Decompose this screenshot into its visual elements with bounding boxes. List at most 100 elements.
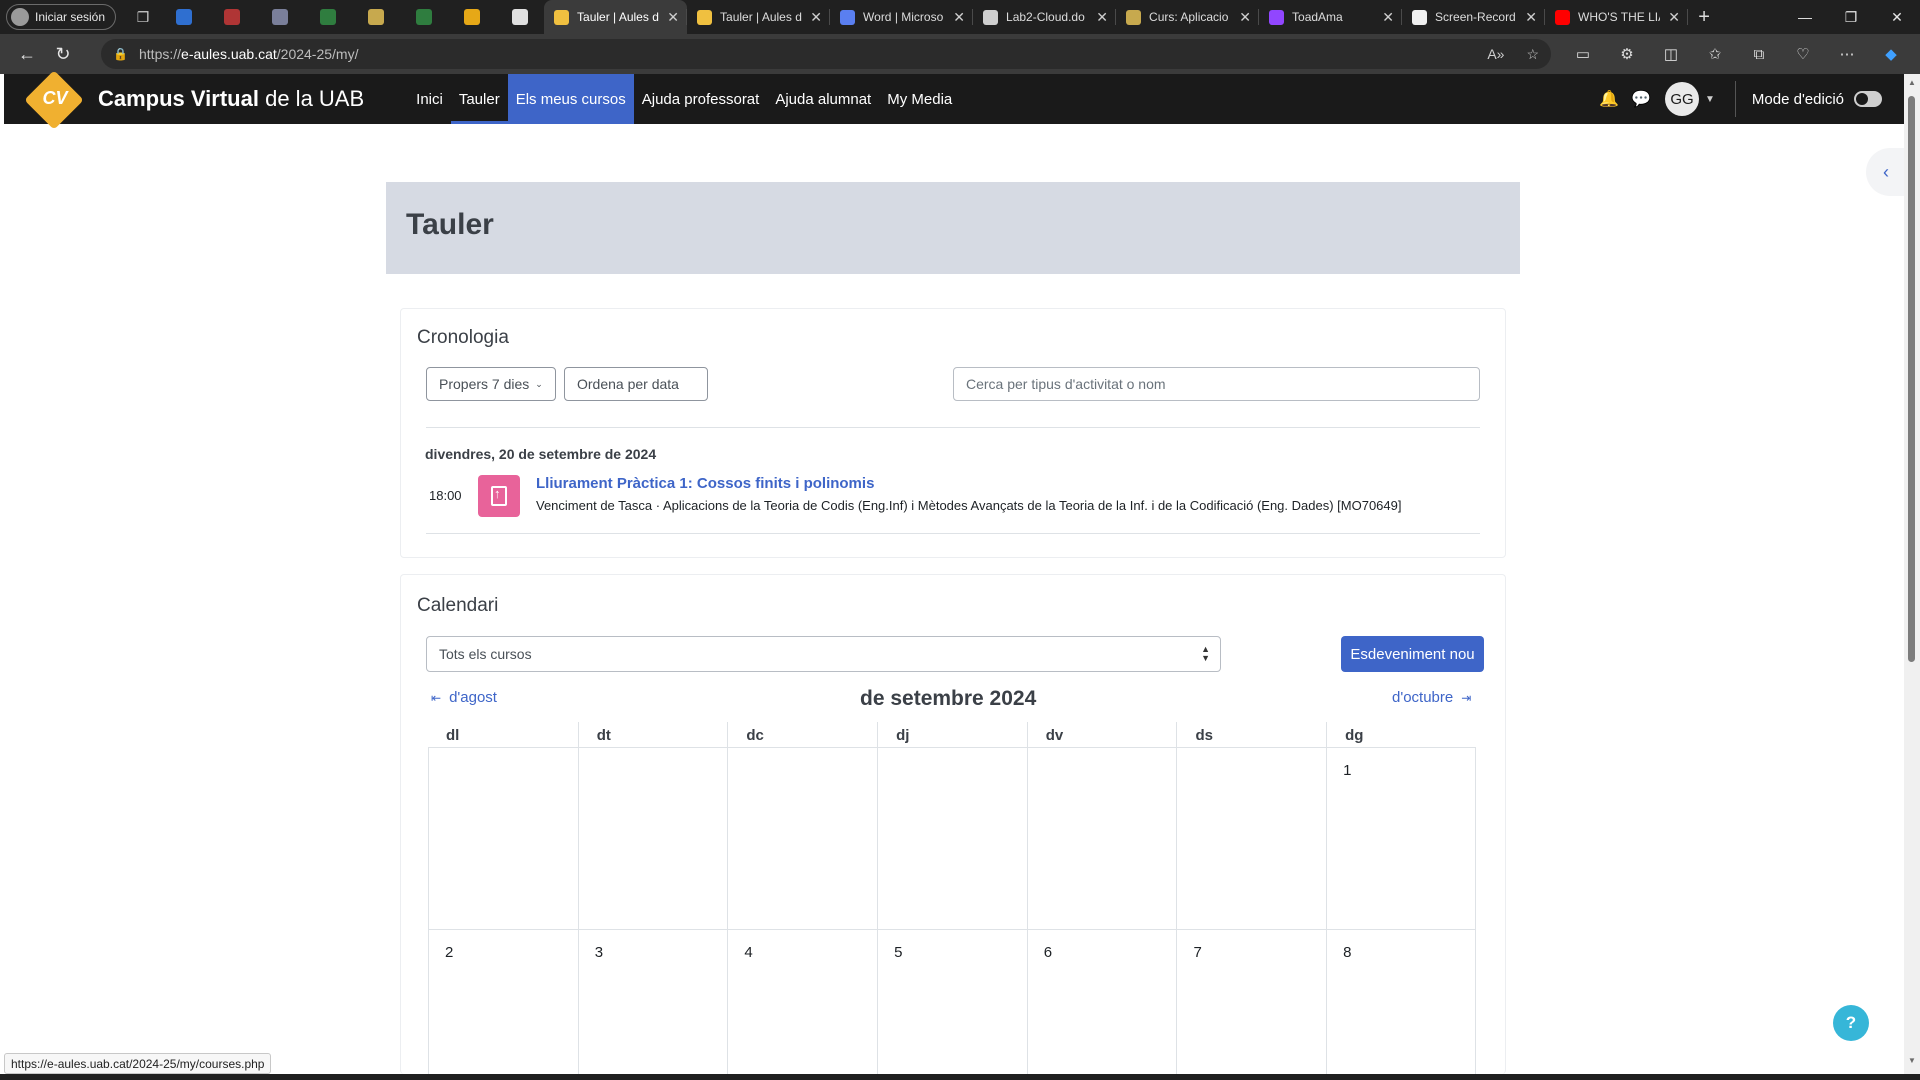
address-bar[interactable]: 🔒 https://e-aules.uab.cat/2024-25/my/ A»… <box>101 39 1551 69</box>
calendar-day-cell[interactable]: 8 <box>1326 930 1476 1080</box>
close-tab-icon[interactable]: ✕ <box>1525 9 1537 26</box>
more-menu-icon[interactable]: ⋯ <box>1825 38 1869 70</box>
tab-favicon-icon <box>983 9 999 25</box>
browser-tab[interactable]: Curs: Aplicacio ✕ <box>1116 0 1260 34</box>
browser-tab[interactable]: Screen-Record ✕ <box>1402 0 1546 34</box>
page-header: Tauler <box>386 182 1520 274</box>
minimize-icon[interactable]: — <box>1782 0 1828 34</box>
browser-essentials-icon[interactable]: ♡ <box>1781 38 1825 70</box>
extensions-icon[interactable]: ⚙ <box>1605 38 1649 70</box>
calendar-day-cell[interactable]: 4 <box>727 930 877 1080</box>
prev-month-link[interactable]: ⇤ d'agost <box>431 689 497 706</box>
pinned-tab[interactable] <box>256 0 304 34</box>
close-tab-icon[interactable]: ✕ <box>1096 9 1108 26</box>
tab-list: Tauler | Aules d ✕ Tauler | Aules d ✕ Word |… <box>544 0 1689 34</box>
event-description: Venciment de Tasca · Aplicacions de la T… <box>536 498 1402 513</box>
close-window-icon[interactable]: ✕ <box>1874 0 1920 34</box>
weekday-dj: dj <box>877 722 1027 747</box>
workspaces-icon[interactable]: ❐ <box>132 8 154 26</box>
nav-my-media[interactable]: My Media <box>879 74 960 124</box>
next-month-label: d'octubre <box>1392 689 1454 706</box>
copilot-icon[interactable]: ◆ <box>1869 38 1913 70</box>
browser-profile-button[interactable]: Iniciar sesión <box>6 4 117 30</box>
calendar-day-cell[interactable]: 3 <box>577 930 728 1080</box>
browser-tab[interactable]: WHO'S THE LIA ✕ <box>1545 0 1689 34</box>
calendar-day-cell[interactable]: 1 <box>1326 748 1476 929</box>
timeline-search-input[interactable]: Cerca per tipus d'activitat o nom <box>953 367 1480 401</box>
brand-logo[interactable]: CV <box>24 70 84 130</box>
favorites-icon[interactable]: ✩ <box>1693 38 1737 70</box>
event-title-link[interactable]: Lliurament Pràctica 1: Cossos finits i p… <box>536 475 874 492</box>
pinned-tab[interactable] <box>208 0 256 34</box>
pinned-tab[interactable] <box>400 0 448 34</box>
pinned-tab[interactable] <box>352 0 400 34</box>
close-tab-icon[interactable]: ✕ <box>810 9 822 26</box>
extension-flag-icon[interactable]: ▭ <box>1561 38 1605 70</box>
close-tab-icon[interactable]: ✕ <box>953 9 965 26</box>
tab-title: WHO'S THE LIA <box>1578 10 1661 24</box>
calendar-day-cell[interactable]: 5 <box>877 930 1027 1080</box>
calendar-day-cell[interactable] <box>428 748 578 929</box>
pinned-tab[interactable] <box>304 0 352 34</box>
timeline-filter-dropdown[interactable]: Propers 7 dies ⌄ <box>426 367 556 401</box>
calendar-day-cell[interactable] <box>727 748 877 929</box>
help-button[interactable]: ? <box>1833 1005 1869 1041</box>
calendar-month-title: de setembre 2024 <box>860 687 1037 710</box>
close-tab-icon[interactable]: ✕ <box>1382 9 1394 26</box>
course-filter-value: Tots els cursos <box>439 646 532 662</box>
user-avatar[interactable]: GG <box>1665 82 1699 116</box>
calendar-day-cell[interactable] <box>1176 748 1326 929</box>
split-screen-icon[interactable]: ◫ <box>1649 38 1693 70</box>
user-menu-chevron-down-icon[interactable]: ▼ <box>1705 94 1715 105</box>
site-navbar: CV Campus Virtual de la UAB Inici Tauler… <box>4 70 1904 130</box>
timeline-sort-dropdown[interactable]: Ordena per data <box>564 367 708 401</box>
timeline-sort-label: Ordena per data <box>577 376 679 392</box>
nav-ajuda-alumnat[interactable]: Ajuda alumnat <box>767 74 879 124</box>
open-block-drawer-chevron-left-icon[interactable]: ‹ <box>1866 148 1906 196</box>
browser-tab[interactable]: Lab2-Cloud.do ✕ <box>973 0 1117 34</box>
nav-tauler[interactable]: Tauler <box>450 74 508 124</box>
reload-icon[interactable]: ↻ <box>45 38 81 70</box>
lock-icon[interactable]: 🔒 <box>113 47 128 61</box>
scroll-down-arrow-icon[interactable]: ▼ <box>1904 1056 1920 1065</box>
new-event-button[interactable]: Esdeveniment nou <box>1341 636 1484 672</box>
nav-els-meus-cursos[interactable]: Els meus cursos <box>507 74 634 124</box>
calendar-day-cell[interactable]: 2 <box>428 930 578 1080</box>
browser-tab[interactable]: ToadAma ✕ <box>1259 0 1403 34</box>
restore-icon[interactable]: ❐ <box>1828 0 1874 34</box>
nav-inici[interactable]: Inici <box>408 74 451 124</box>
pinned-tab[interactable] <box>160 0 208 34</box>
nav-ajuda-professorat[interactable]: Ajuda professorat <box>634 74 768 124</box>
collections-icon[interactable]: ⧉ <box>1737 38 1781 70</box>
next-month-link[interactable]: d'octubre ⇥ <box>1392 689 1471 706</box>
close-tab-icon[interactable]: ✕ <box>1239 9 1251 26</box>
pinned-tab[interactable] <box>448 0 496 34</box>
calendar-day-cell[interactable] <box>877 748 1027 929</box>
read-aloud-icon[interactable]: A» <box>1487 46 1504 63</box>
browser-tab[interactable]: Word | Microso ✕ <box>830 0 974 34</box>
calendar-day-cell[interactable]: 6 <box>1026 930 1177 1080</box>
messages-icon[interactable]: 💬 <box>1625 89 1657 109</box>
scroll-up-arrow-icon[interactable]: ▲ <box>1904 78 1920 87</box>
calendar-day-cell[interactable]: 7 <box>1176 930 1326 1080</box>
back-icon[interactable]: ← <box>9 38 45 70</box>
browser-toolbar: ← ↻ 🔒 https://e-aules.uab.cat/2024-25/my… <box>0 34 1920 74</box>
browser-tab[interactable]: Tauler | Aules d ✕ <box>687 0 831 34</box>
edit-mode-toggle[interactable] <box>1854 91 1882 107</box>
notifications-bell-icon[interactable]: 🔔 <box>1593 89 1625 109</box>
pinned-tab[interactable] <box>496 0 544 34</box>
calendar-day-cell[interactable] <box>1026 748 1177 929</box>
close-tab-icon[interactable]: ✕ <box>1668 9 1680 26</box>
new-tab-button[interactable]: + <box>1688 0 1720 34</box>
window-controls: — ❐ ✕ <box>1782 0 1920 34</box>
site-name[interactable]: Campus Virtual de la UAB <box>98 86 364 112</box>
select-arrows-icon: ▲ ▼ <box>1201 644 1210 663</box>
scrollbar-thumb[interactable] <box>1908 96 1915 662</box>
timeline-divider <box>426 427 1480 428</box>
calendar-day-cell[interactable] <box>577 748 728 929</box>
close-tab-icon[interactable]: ✕ <box>667 9 679 26</box>
favorite-star-icon[interactable]: ☆ <box>1526 46 1539 63</box>
page-scrollbar[interactable]: ▲ ▼ <box>1904 74 1920 1074</box>
browser-tab[interactable]: Tauler | Aules d ✕ <box>544 0 688 34</box>
course-filter-select[interactable]: Tots els cursos ▲ ▼ <box>426 636 1221 672</box>
